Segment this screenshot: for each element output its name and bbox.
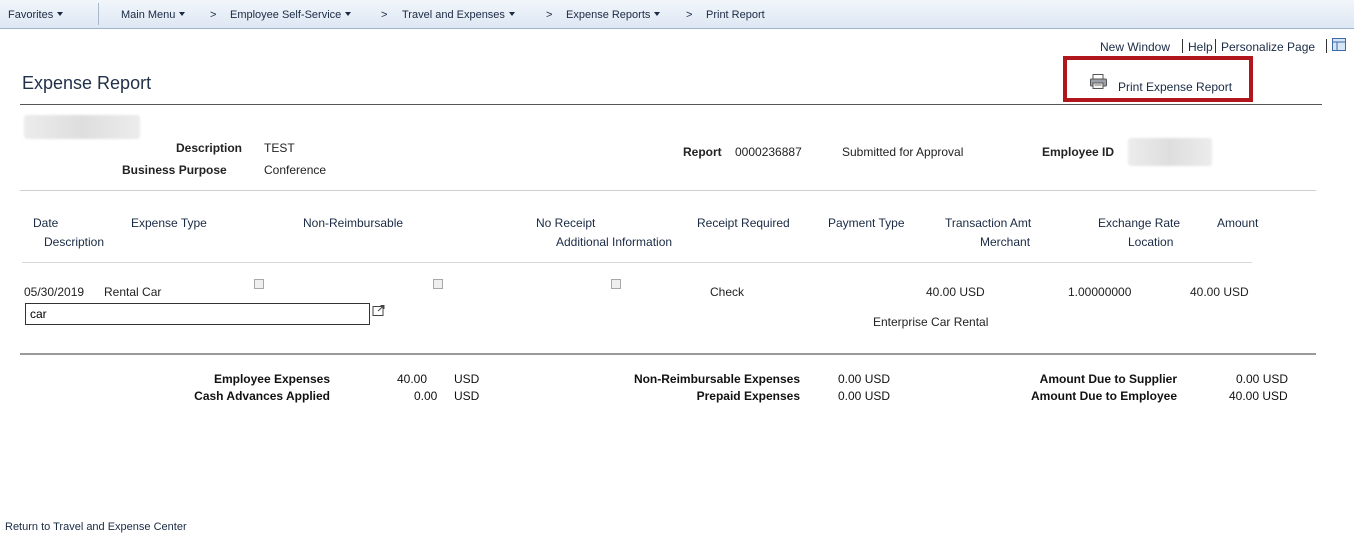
row-amount: 40.00 USD [1190,285,1249,299]
report-label: Report [683,145,722,159]
non-reimbursable-checkbox[interactable] [254,279,264,289]
breadcrumb-label: Travel and Expenses [402,9,505,21]
no-receipt-checkbox[interactable] [433,279,443,289]
row-date: 05/30/2019 [24,285,85,299]
breadcrumb-print-report[interactable]: Print Report [706,9,765,21]
col-location: Location [1128,235,1174,249]
help-link[interactable]: Help [1188,40,1213,54]
breadcrumb-separator: > [381,9,388,21]
col-transaction-amt: Transaction Amt [945,216,1032,230]
report-number: 0000236887 [735,145,802,159]
page-title: Expense Report [22,73,152,93]
grid-settings-icon[interactable] [1332,38,1347,52]
row-expense-type: Rental Car [104,285,162,299]
breadcrumb-separator: > [686,9,693,21]
print-expense-report-link[interactable]: Print Expense Report [1118,80,1232,94]
amount-due-employee-label: Amount Due to Employee [1030,389,1177,403]
row-transaction-amt: 40.00 USD [926,285,985,299]
amount-due-supplier-label: Amount Due to Supplier [1039,372,1177,386]
return-to-travel-expense-center-link[interactable]: Return to Travel and Expense Center [5,521,187,533]
new-window-link[interactable]: New Window [1100,40,1170,54]
employee-id-label: Employee ID [1042,145,1115,159]
prepaid-expenses-value: 0.00 USD [838,389,891,403]
breadcrumb-label: Expense Reports [566,9,651,21]
non-reimbursable-expenses-value: 0.00 USD [838,372,891,386]
chevron-down-icon [179,12,186,16]
main-menu[interactable]: Main Menu [121,9,186,21]
chevron-down-icon [654,12,661,16]
breadcrumb-label: Employee Self-Service [230,9,342,21]
col-amount: Amount [1217,216,1259,230]
breadcrumb-separator: > [546,9,553,21]
business-purpose-label: Business Purpose [122,163,227,177]
amount-due-employee-value: 40.00 USD [1229,389,1288,403]
col-description: Description [44,235,105,249]
link-divider [1326,39,1327,53]
col-date: Date [33,216,59,230]
redacted-employee-name [24,115,140,139]
cash-advances-label: Cash Advances Applied [194,389,330,403]
cash-advances-currency: USD [454,389,480,403]
description-label: Description [176,141,243,155]
row-payment-type: Check [710,285,745,299]
chevron-down-icon [345,12,352,16]
row-merchant: Enterprise Car Rental [873,315,989,329]
totals-divider [20,353,1316,355]
amount-due-supplier-value: 0.00 USD [1236,372,1289,386]
breadcrumb-employee-self-service[interactable]: Employee Self-Service [230,9,352,21]
business-purpose-value: Conference [264,163,327,177]
employee-expenses-label: Employee Expenses [213,372,330,386]
col-exchange-rate: Exchange Rate [1098,216,1181,230]
favorites-label: Favorites [8,9,54,21]
col-expense-type: Expense Type [131,216,207,230]
link-divider [1215,39,1216,53]
expand-popup-icon[interactable] [372,305,386,317]
chevron-down-icon [508,12,515,16]
nav-divider [98,3,99,25]
breadcrumb-separator: > [210,9,217,21]
prepaid-expenses-label: Prepaid Expenses [696,389,800,403]
col-payment-type: Payment Type [828,216,905,230]
section-divider [20,190,1316,191]
title-divider [20,104,1322,105]
row-exchange-rate: 1.00000000 [1068,285,1132,299]
cash-advances-amount: 0.00 [414,389,438,403]
col-non-reimbursable: Non-Reimbursable [303,216,404,230]
non-reimbursable-expenses-label: Non-Reimbursable Expenses [633,372,800,386]
printer-icon[interactable] [1090,74,1107,89]
main-menu-label: Main Menu [121,9,176,21]
description-value: TEST [264,141,295,155]
breadcrumb-travel-and-expenses[interactable]: Travel and Expenses [402,9,515,21]
personalize-page-link[interactable]: Personalize Page [1221,40,1315,54]
receipt-required-checkbox[interactable] [611,279,621,289]
report-status: Submitted for Approval [842,145,964,159]
employee-expenses-amount: 40.00 [397,372,428,386]
col-additional-information: Additional Information [556,235,673,249]
col-no-receipt: No Receipt [536,216,596,230]
top-nav-bar: Favorites Main Menu > Employee Self-Serv… [0,0,1354,29]
breadcrumb-expense-reports[interactable]: Expense Reports [566,9,661,21]
grid-header-divider [22,262,1252,263]
favorites-menu[interactable]: Favorites [8,9,64,21]
employee-expenses-currency: USD [454,372,480,386]
link-divider [1182,39,1183,53]
chevron-down-icon [57,12,64,16]
col-merchant: Merchant [980,235,1031,249]
col-receipt-required: Receipt Required [697,216,790,230]
description-input[interactable] [25,303,370,325]
redacted-employee-id [1128,138,1212,166]
